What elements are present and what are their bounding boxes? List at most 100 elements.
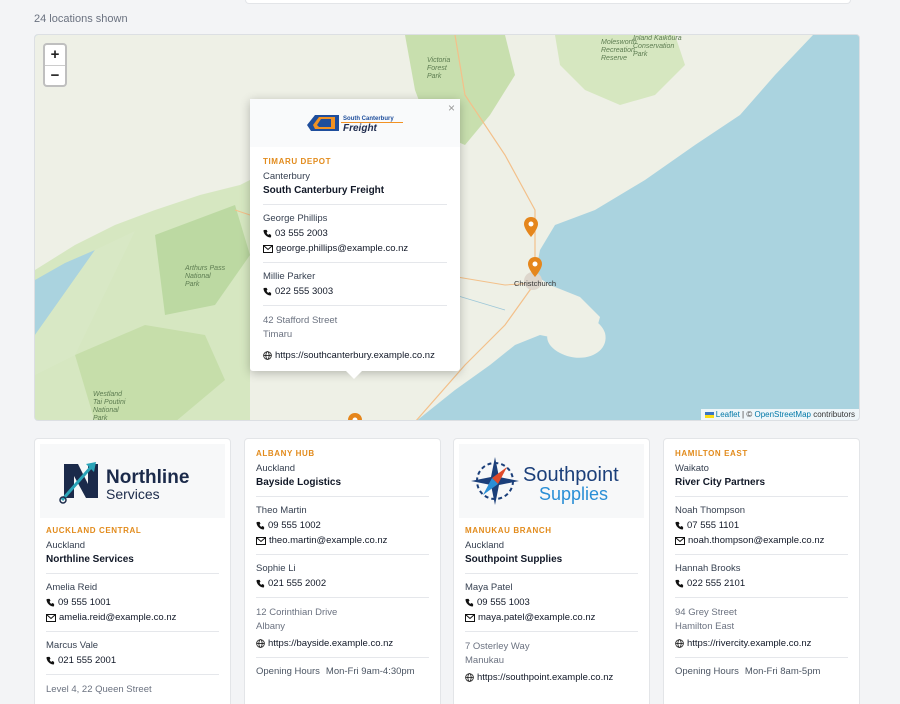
- location-tag: Auckland Central: [46, 526, 142, 535]
- divider: [263, 262, 447, 263]
- map-label-victoria: Victoria Forest Park: [427, 57, 451, 80]
- location-card[interactable]: Hamilton East Waikato River City Partner…: [663, 438, 860, 704]
- address-line: 42 Stafford Street: [263, 315, 338, 326]
- contact-phone[interactable]: 09 555 1001: [46, 597, 219, 608]
- location-tag: Timaru Depot: [263, 157, 332, 166]
- location-region: Waikato: [675, 463, 709, 474]
- logo-text-top: South Canterbury: [343, 116, 394, 122]
- zoom-out-button[interactable]: −: [45, 65, 65, 85]
- website-link[interactable]: https://southcanterbury.example.co.nz: [263, 350, 447, 361]
- divider: [256, 554, 429, 555]
- contact-name: Millie Parker: [263, 271, 316, 282]
- company-name: South Canterbury Freight: [263, 185, 385, 196]
- contact-name: Amelia Reid: [46, 582, 98, 593]
- divider: [675, 597, 848, 598]
- location-tag: Albany Hub: [256, 449, 315, 458]
- contact-phone[interactable]: 03 555 2003: [263, 228, 447, 239]
- company-name: Southpoint Supplies: [465, 554, 563, 565]
- contact-phone[interactable]: 021 555 2001: [46, 655, 219, 666]
- location-card[interactable]: Southpoint Supplies Manukau Branch Auckl…: [453, 438, 650, 704]
- phone-icon: [46, 598, 55, 607]
- phone-icon: [256, 579, 265, 588]
- map-label-molesworth: Molesworth Recreation Reserve: [601, 39, 637, 62]
- zoom-control: + −: [43, 43, 67, 87]
- contact-name: Hannah Brooks: [675, 563, 741, 574]
- logo-text-bottom: Freight: [343, 123, 378, 134]
- website-link[interactable]: https://bayside.example.co.nz: [256, 638, 429, 649]
- ukraine-flag-icon: [704, 412, 714, 418]
- logo-name-2: Services: [106, 486, 160, 502]
- location-marker[interactable]: [528, 257, 542, 277]
- location-marker[interactable]: [524, 217, 538, 237]
- contact-email[interactable]: amelia.reid@example.co.nz: [46, 612, 219, 623]
- popup-close-button[interactable]: ×: [448, 101, 455, 115]
- map-label-christchurch: Christchurch: [514, 279, 557, 288]
- divider: [675, 657, 848, 658]
- address-line: Manukau: [465, 655, 505, 666]
- globe-icon: [465, 673, 474, 682]
- opening-hours: Opening Hours Mon-Fri 8am-5pm: [675, 666, 821, 677]
- contact-name: George Phillips: [263, 213, 328, 224]
- contact-name: Maya Patel: [465, 582, 513, 593]
- company-logo: South Canterbury Freight: [250, 99, 460, 147]
- contact-phone[interactable]: 022 555 2101: [675, 578, 848, 589]
- address-line: 94 Grey Street: [675, 607, 737, 618]
- contact-email[interactable]: noah.thompson@example.co.nz: [675, 535, 848, 546]
- email-icon: [256, 536, 266, 545]
- map[interactable]: Victoria Forest Park Molesworth Recreation R…: [34, 34, 860, 421]
- location-card[interactable]: Albany Hub Auckland Bayside Logistics Th…: [244, 438, 441, 704]
- company-logo: Southpoint Supplies: [459, 444, 644, 518]
- company-name: Northline Services: [46, 554, 134, 565]
- location-card[interactable]: Northline Services Auckland Central Auck…: [34, 438, 231, 704]
- logo-name-1: Southpoint: [523, 464, 619, 486]
- divider: [675, 554, 848, 555]
- contact-phone[interactable]: 09 555 1002: [256, 520, 429, 531]
- contact-phone[interactable]: 09 555 1003: [465, 597, 638, 608]
- email-icon: [263, 244, 273, 253]
- phone-icon: [675, 579, 684, 588]
- globe-icon: [675, 639, 684, 648]
- address-line: Hamilton East: [675, 621, 735, 632]
- map-label-inland: Inland Kaikōura Conservation Park: [633, 35, 682, 58]
- divider: [256, 496, 429, 497]
- company-name: Bayside Logistics: [256, 477, 342, 488]
- location-region: Auckland: [465, 540, 505, 551]
- logo-name-1: Northline: [106, 467, 189, 488]
- globe-icon: [256, 639, 265, 648]
- globe-icon: [263, 351, 272, 360]
- contact-email[interactable]: george.phillips@example.co.nz: [263, 243, 447, 254]
- phone-icon: [263, 287, 272, 296]
- email-icon: [675, 536, 685, 545]
- website-link[interactable]: https://rivercity.example.co.nz: [675, 638, 848, 649]
- location-tag: Hamilton East: [675, 449, 748, 458]
- contact-phone[interactable]: 022 555 3003: [263, 286, 447, 297]
- leaflet-link[interactable]: Leaflet: [716, 410, 740, 419]
- opening-hours: Opening Hours Mon-Fri 9am-4:30pm: [256, 666, 415, 677]
- southpoint-logo: Southpoint Supplies: [470, 457, 619, 505]
- contact-name: Sophie Li: [256, 563, 296, 574]
- website-link[interactable]: https://southpoint.example.co.nz: [465, 672, 638, 683]
- company-name: River City Partners: [675, 477, 766, 488]
- email-icon: [46, 613, 56, 622]
- location-marker-selected[interactable]: [348, 413, 362, 421]
- location-popup: × South Canterbury Freight Timaru Depot …: [250, 99, 460, 379]
- osm-link[interactable]: OpenStreetMap: [754, 410, 810, 419]
- phone-icon: [263, 229, 272, 238]
- contact-name: Noah Thompson: [675, 505, 746, 516]
- phone-icon: [46, 656, 55, 665]
- contact-phone[interactable]: 021 555 2002: [256, 578, 429, 589]
- divider: [675, 496, 848, 497]
- contact-email[interactable]: theo.martin@example.co.nz: [256, 535, 429, 546]
- divider: [46, 573, 219, 574]
- logo-name-2: Supplies: [539, 484, 608, 504]
- location-region: Auckland: [256, 463, 296, 474]
- divider: [263, 204, 447, 205]
- divider: [256, 657, 429, 658]
- address-line: Level 4, 22 Queen Street: [46, 684, 152, 695]
- zoom-in-button[interactable]: +: [45, 45, 65, 65]
- contact-phone[interactable]: 07 555 1101: [675, 520, 848, 531]
- address-line: 7 Osterley Way: [465, 641, 530, 652]
- contact-email[interactable]: maya.patel@example.co.nz: [465, 612, 638, 623]
- email-icon: [465, 613, 475, 622]
- divider: [46, 631, 219, 632]
